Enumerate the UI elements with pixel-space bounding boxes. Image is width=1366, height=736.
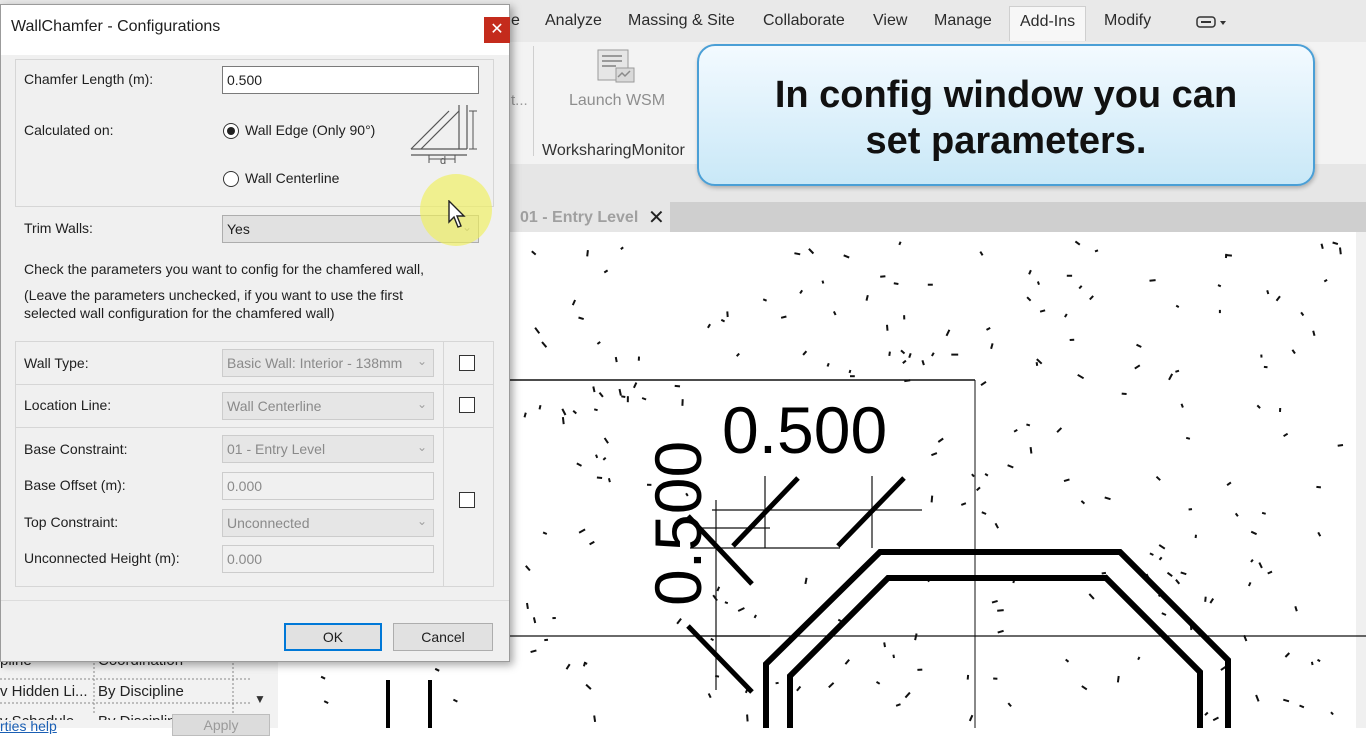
properties-help-link[interactable]: rties help	[0, 718, 57, 734]
wall-edge-option-label[interactable]: Wall Edge (Only 90°)	[245, 122, 375, 138]
callout-line-1: In config window you can	[699, 72, 1313, 118]
unconnected-height-label: Unconnected Height (m):	[24, 550, 180, 566]
location-line-value: Wall Centerline	[227, 398, 321, 414]
tutorial-callout: In config window you can set parameters.	[697, 44, 1315, 186]
cancel-button[interactable]: Cancel	[393, 623, 493, 651]
instruction-text: Check the parameters you want to config …	[24, 261, 424, 277]
top-constraint-dropdown[interactable]: Unconnected ⌄	[222, 509, 434, 537]
location-line-dropdown[interactable]: Wall Centerline ⌄	[222, 392, 434, 420]
ribbon-separator	[533, 46, 534, 156]
dimension-label-horizontal[interactable]: 0.500	[722, 392, 887, 468]
unconnected-height-input[interactable]: 0.000	[222, 545, 434, 573]
chamfer-length-input[interactable]: 0.500	[222, 66, 479, 94]
instruction-note-line-2: selected wall configuration for the cham…	[24, 305, 335, 321]
calculated-on-label: Calculated on:	[24, 122, 114, 138]
divider	[16, 384, 493, 385]
ribbon-tab-manage[interactable]: Manage	[934, 12, 992, 30]
wall-type-checkbox[interactable]	[459, 355, 475, 371]
ribbon-options-icon[interactable]	[1196, 14, 1232, 30]
property-value[interactable]: By Discipline	[98, 708, 184, 720]
trim-walls-value: Yes	[227, 221, 250, 237]
chevron-down-icon: ⌄	[417, 397, 427, 411]
mouse-pointer-icon	[448, 200, 468, 230]
ribbon-tab-modify[interactable]: Modify	[1104, 12, 1151, 30]
ribbon-tab-analyze[interactable]: Analyze	[545, 12, 602, 30]
constraints-checkbox[interactable]	[459, 492, 475, 508]
ribbon-tab-collaborate[interactable]: Collaborate	[763, 12, 845, 30]
base-offset-label: Base Offset (m):	[24, 477, 126, 493]
trim-walls-label: Trim Walls:	[24, 220, 93, 236]
ribbon-panel-title: WorksharingMonitor	[542, 142, 685, 160]
wall-type-label: Wall Type:	[24, 355, 89, 371]
ribbon-tab-partial[interactable]: e	[511, 12, 520, 30]
wall-edge-radio[interactable]	[223, 123, 239, 139]
wall-centerline-radio[interactable]	[223, 171, 239, 187]
canvas-scrollbar[interactable]	[1356, 232, 1366, 728]
wallchamfer-config-dialog: WallChamfer - Configurations ✕ Chamfer L…	[0, 4, 510, 662]
wall-type-dropdown[interactable]: Basic Wall: Interior - 138mm ⌄	[222, 349, 434, 377]
dialog-title: WallChamfer - Configurations	[11, 18, 220, 36]
apply-button[interactable]: Apply	[172, 714, 270, 736]
top-constraint-label: Top Constraint:	[24, 514, 118, 530]
chevron-down-icon: ⌄	[417, 440, 427, 454]
divider	[1, 600, 509, 601]
ribbon-truncated-label: t...	[511, 92, 528, 109]
divider	[16, 427, 493, 428]
wall-type-value: Basic Wall: Interior - 138mm	[227, 355, 402, 371]
base-offset-input[interactable]: 0.000	[222, 472, 434, 500]
base-constraint-value: 01 - Entry Level	[227, 441, 325, 457]
launch-wsm-button[interactable]: Launch WSM	[569, 92, 665, 110]
base-constraint-dropdown[interactable]: 01 - Entry Level ⌄	[222, 435, 434, 463]
wall-centerline-option-label[interactable]: Wall Centerline	[245, 170, 339, 186]
callout-line-2: set parameters.	[699, 118, 1313, 164]
view-tab-label[interactable]: 01 - Entry Level	[520, 209, 638, 227]
instruction-note-line-1: (Leave the parameters unchecked, if you …	[24, 287, 403, 303]
properties-scroll-down-icon[interactable]: ▼	[254, 692, 266, 706]
top-constraint-value: Unconnected	[227, 515, 310, 531]
ok-button[interactable]: OK	[284, 623, 382, 651]
diagram-d-label: d	[440, 155, 446, 167]
base-constraint-label: Base Constraint:	[24, 441, 128, 457]
property-name: v Hidden Li...	[0, 683, 88, 700]
location-line-checkbox[interactable]	[459, 397, 475, 413]
chamfer-length-label: Chamfer Length (m):	[24, 71, 153, 87]
chevron-down-icon: ⌄	[417, 514, 427, 528]
dialog-body: Chamfer Length (m): 0.500 Calculated on:…	[1, 55, 509, 661]
ribbon-tab-add-ins[interactable]: Add-Ins	[1009, 6, 1086, 41]
worksharing-monitor-icon[interactable]	[596, 48, 636, 84]
close-icon[interactable]: ✕	[484, 17, 510, 43]
property-value[interactable]: By Discipline	[98, 683, 184, 700]
chevron-down-icon: ⌄	[417, 354, 427, 368]
divider	[443, 342, 444, 586]
ribbon-tab-view[interactable]: View	[873, 12, 907, 30]
ribbon-tab-massing-site[interactable]: Massing & Site	[628, 12, 735, 30]
view-tab-close-icon[interactable]: ✕	[648, 205, 665, 230]
dimension-label-vertical[interactable]: 0.500	[640, 441, 716, 606]
location-line-label: Location Line:	[24, 397, 111, 413]
